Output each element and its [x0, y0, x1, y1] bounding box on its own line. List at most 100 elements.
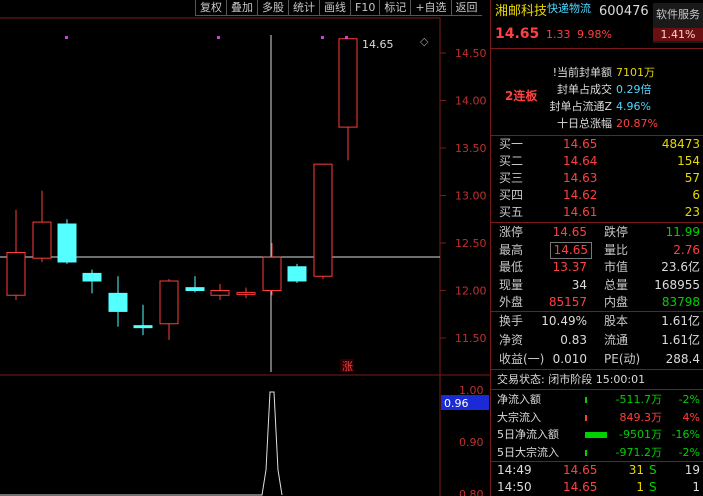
tick-row: 14:50 14.65 1 S 1: [491, 479, 703, 496]
bid-volume: 23: [684, 205, 700, 219]
bid-row[interactable]: 买三 14.63 57: [491, 170, 703, 187]
price-change-pct: 9.98%: [577, 28, 612, 41]
osc-tick-label: 0.90: [459, 436, 484, 449]
bid-price: 14.61: [563, 205, 598, 219]
kline-chart[interactable]: 14.65 ◇ 涨 14.50 14.00 13.50 13.00 12.50 12.00…: [0, 0, 490, 496]
sector-tag[interactable]: 快递物流: [547, 0, 591, 18]
flow-row: 5日净流入额 -9501万 -16%: [491, 426, 703, 444]
stat-value: 85157: [548, 295, 587, 310]
flow-pct: -2%: [678, 445, 700, 459]
bid-label: 买三: [499, 171, 524, 185]
tick-price: 14.65: [563, 463, 598, 477]
candle-body: [338, 38, 358, 128]
bid-price: 14.65: [563, 137, 598, 151]
bid-row[interactable]: 买四 14.62 6: [491, 187, 703, 204]
tick-price: 14.65: [563, 480, 598, 494]
candle-body: [262, 256, 282, 291]
tick-time: 14:49: [497, 463, 532, 477]
price-tick-label: 12.50: [455, 237, 487, 250]
price-tick-label: 12.00: [455, 285, 487, 298]
fund-label: 股本: [604, 314, 629, 328]
stock-name: 湘邮科技: [495, 4, 548, 19]
flow-value: 849.3万: [619, 410, 663, 424]
stat-row: 涨停 14.65 跌停 11.99: [491, 223, 703, 241]
stat-value: 2.76: [673, 242, 700, 257]
price-tick-label: 14.50: [455, 47, 487, 60]
fund-label: PE(动): [604, 352, 641, 366]
bid-price: 14.62: [563, 188, 598, 202]
flow-value: -9501万: [619, 428, 662, 441]
price-change: 1.33: [546, 28, 571, 41]
bid-row[interactable]: 买一 14.65 48473: [491, 136, 703, 153]
flow-label: 净流入额: [497, 393, 541, 406]
stat-label: 总量: [604, 277, 629, 292]
flow-bar: [585, 397, 587, 403]
marker-dot: [321, 36, 324, 39]
fund-value: 10.49%: [541, 314, 587, 328]
fund-row: 收益(一) 0.010 PE(动) 288.4: [491, 350, 703, 369]
candle-body: [287, 266, 307, 282]
flow-pct: -2%: [678, 393, 700, 406]
stock-code: 600476: [599, 4, 649, 19]
flow-pct: 4%: [682, 410, 700, 424]
fund-label: 换手: [499, 314, 524, 328]
bid-label: 买四: [499, 188, 524, 202]
top-marker-dots: [65, 36, 348, 39]
tick-flag: S: [649, 480, 657, 494]
stat-value: 83798: [661, 295, 700, 310]
seal-label: 封单占流通Z: [549, 100, 612, 113]
flow-bar: [585, 432, 607, 438]
candle-body: [32, 221, 52, 259]
candle-body: [57, 223, 77, 263]
flow-bar: [585, 449, 587, 456]
stat-label: 最高: [499, 242, 524, 257]
flow-row: 大宗流入 849.3万 4%: [491, 409, 703, 427]
marker-dot: [345, 36, 348, 39]
flow-value: -511.7万: [615, 393, 662, 406]
bid-row[interactable]: 买二 14.64 154: [491, 153, 703, 170]
flow-label: 大宗流入: [497, 410, 541, 424]
price-tick-label: 14.00: [455, 95, 487, 108]
candlesticks: [6, 38, 358, 340]
candle-body: [313, 163, 333, 277]
seal-row: 封单占成交 0.29倍: [491, 81, 703, 98]
stat-row: 外盘 85157 内盘 83798: [491, 293, 703, 311]
stat-label: 最低: [499, 260, 524, 275]
stat-value: 11.99: [665, 225, 700, 239]
stat-value: 23.6亿: [661, 260, 700, 275]
flow-label: 5日净流入额: [497, 428, 559, 441]
stat-label: 涨停: [499, 225, 524, 239]
price-tick-label: 11.50: [455, 332, 487, 345]
fund-value: 1.61亿: [661, 314, 700, 328]
candle-body: [185, 287, 205, 291]
marker-dot: [217, 36, 220, 39]
sector-label: 软件服务: [656, 8, 700, 21]
fund-value: 0.010: [552, 352, 587, 366]
bid-row[interactable]: 买五 14.61 23: [491, 204, 703, 221]
fund-label: 收益(一): [499, 352, 545, 366]
bid-price: 14.63: [563, 171, 598, 185]
bid-label: 买一: [499, 137, 524, 151]
bid-volume: 154: [677, 154, 700, 168]
last-price: 14.65: [495, 26, 540, 42]
fund-label: 净资: [499, 333, 524, 347]
osc-tick-label: 0.80: [459, 488, 484, 496]
bid-label: 买五: [499, 205, 524, 219]
fund-row: 换手 10.49% 股本 1.61亿: [491, 312, 703, 331]
stat-label: 量比: [604, 242, 629, 257]
candle-body: [6, 252, 26, 296]
flow-label: 5日大宗流入: [497, 445, 559, 459]
quote-panel: 湘邮科技 快递物流 600476 软件服务 1.41% 14.65 1.33 9…: [490, 0, 703, 496]
candle-body: [133, 325, 153, 329]
bid-volume: 6: [692, 188, 700, 202]
candle-body: [82, 272, 102, 282]
candle-body: [108, 292, 128, 312]
stat-label: 跌停: [604, 225, 629, 239]
stat-label: 外盘: [499, 295, 524, 310]
flow-row: 5日大宗流入 -971.2万 -2%: [491, 444, 703, 462]
stat-value: 13.37: [552, 260, 587, 275]
stat-value: 34: [571, 277, 587, 292]
fund-row: 净资 0.83 流通 1.61亿: [491, 331, 703, 350]
stat-value: 168955: [654, 277, 700, 292]
seal-label: 封单占成交: [557, 83, 612, 96]
